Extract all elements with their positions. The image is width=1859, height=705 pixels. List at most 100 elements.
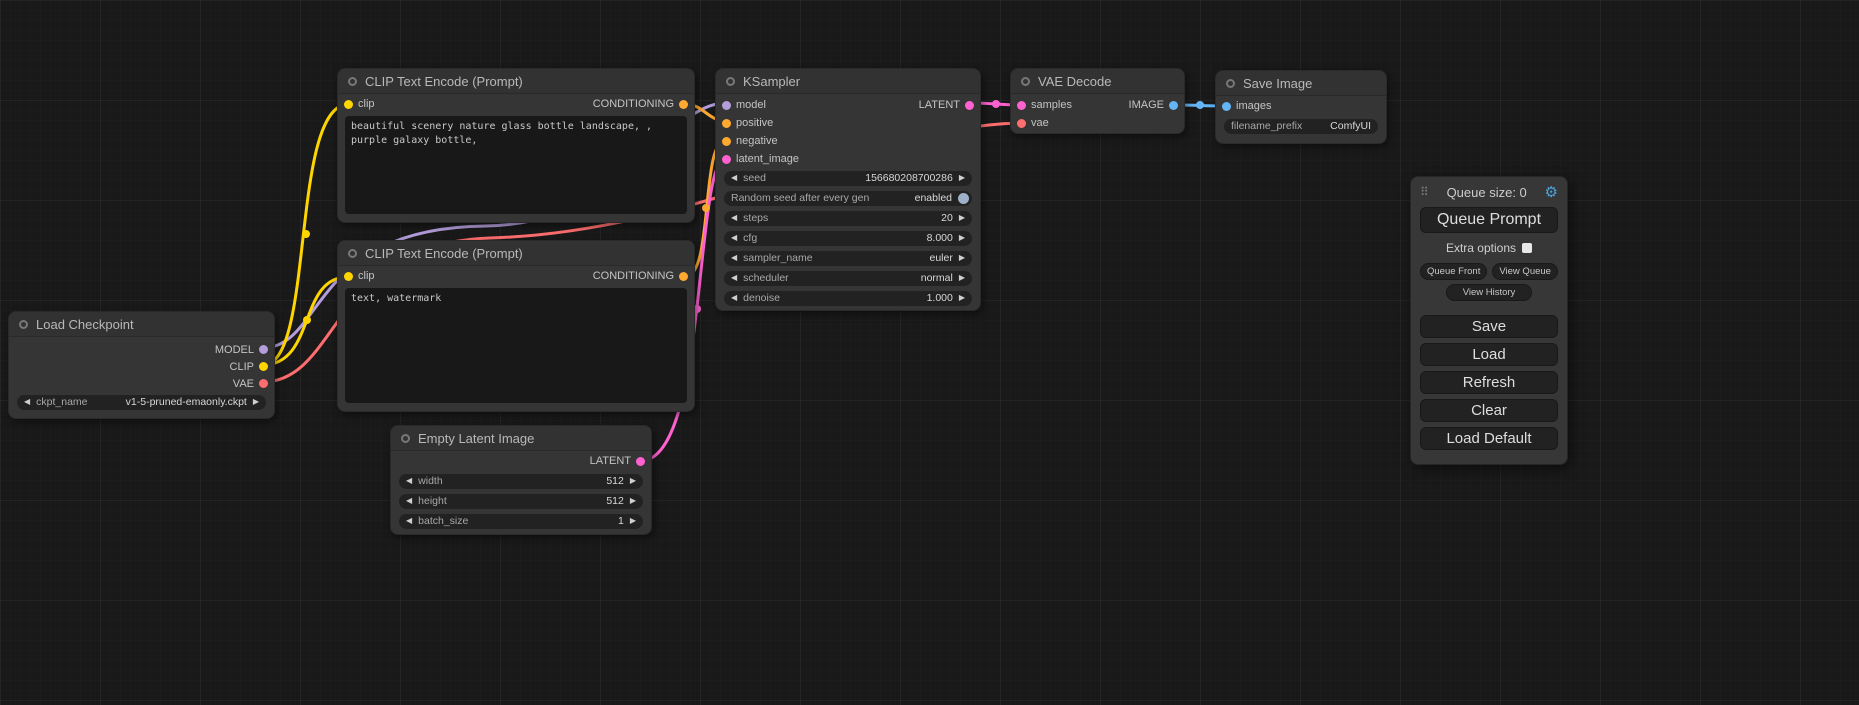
arrow-right-icon[interactable]: ▶ — [630, 497, 636, 505]
widget-sampler-name[interactable]: ◀ sampler_name euler ▶ — [724, 251, 972, 266]
slot-dot-image[interactable] — [1169, 101, 1178, 110]
slot-dot-latent[interactable] — [965, 101, 974, 110]
arrow-left-icon[interactable]: ◀ — [24, 398, 30, 406]
input-slot-images[interactable]: images — [1222, 100, 1271, 112]
arrow-right-icon[interactable]: ▶ — [959, 274, 965, 282]
node-load-checkpoint[interactable]: Load Checkpoint MODEL CLIP VAE — [8, 311, 275, 419]
node-clip-text-encode-positive[interactable]: CLIP Text Encode (Prompt) clip CONDITION… — [337, 68, 695, 223]
queue-prompt-button[interactable]: Queue Prompt — [1420, 207, 1558, 233]
slot-dot-clip[interactable] — [344, 272, 353, 281]
output-slot-clip[interactable]: CLIP — [230, 361, 268, 373]
output-slot-image[interactable]: IMAGE — [1129, 99, 1178, 111]
output-slot-vae[interactable]: VAE — [233, 378, 268, 390]
arrow-right-icon[interactable]: ▶ — [630, 477, 636, 485]
arrow-left-icon[interactable]: ◀ — [731, 294, 737, 302]
slot-dot-latent[interactable] — [1017, 101, 1026, 110]
node-clip-text-encode-negative[interactable]: CLIP Text Encode (Prompt) clip CONDITION… — [337, 240, 695, 412]
view-history-button[interactable]: View History — [1446, 284, 1533, 301]
collapse-dot-icon[interactable] — [726, 77, 735, 86]
arrow-left-icon[interactable]: ◀ — [406, 497, 412, 505]
slot-dot-latent[interactable] — [722, 155, 731, 164]
collapse-dot-icon[interactable] — [1226, 79, 1235, 88]
input-slot-clip[interactable]: clip — [344, 98, 375, 110]
node-header[interactable]: VAE Decode — [1011, 69, 1184, 94]
prompt-text-area[interactable]: beautiful scenery nature glass bottle la… — [345, 116, 687, 214]
input-slot-samples[interactable]: samples — [1017, 99, 1072, 111]
slot-dot-latent[interactable] — [636, 457, 645, 466]
node-graph-canvas[interactable]: Load Checkpoint MODEL CLIP VAE — [0, 0, 1859, 705]
collapse-dot-icon[interactable] — [348, 77, 357, 86]
arrow-left-icon[interactable]: ◀ — [406, 517, 412, 525]
widget-scheduler[interactable]: ◀ scheduler normal ▶ — [724, 271, 972, 286]
widget-batch-size[interactable]: ◀ batch_size 1 ▶ — [399, 514, 643, 529]
collapse-dot-icon[interactable] — [19, 320, 28, 329]
widget-denoise[interactable]: ◀ denoise 1.000 ▶ — [724, 291, 972, 306]
node-ksampler[interactable]: KSampler model LATENT positive negative — [715, 68, 981, 311]
output-slot-latent[interactable]: LATENT — [919, 99, 974, 111]
slot-dot-conditioning[interactable] — [679, 100, 688, 109]
input-slot-clip[interactable]: clip — [344, 270, 375, 282]
extra-options-checkbox[interactable] — [1522, 243, 1532, 253]
load-default-button[interactable]: Load Default — [1420, 427, 1558, 450]
drag-handle-icon[interactable]: ⠿ — [1420, 185, 1429, 199]
node-header[interactable]: Save Image — [1216, 71, 1386, 96]
toggle-knob-icon[interactable] — [958, 193, 969, 204]
widget-filename-prefix[interactable]: filename_prefix ComfyUI — [1224, 119, 1378, 134]
slot-dot-model[interactable] — [259, 345, 268, 354]
queue-front-button[interactable]: Queue Front — [1420, 263, 1487, 280]
slot-dot-clip[interactable] — [344, 100, 353, 109]
view-queue-button[interactable]: View Queue — [1492, 263, 1558, 280]
widget-steps[interactable]: ◀ steps 20 ▶ — [724, 211, 972, 226]
output-slot-conditioning[interactable]: CONDITIONING — [593, 270, 688, 282]
slot-dot-conditioning[interactable] — [722, 137, 731, 146]
arrow-left-icon[interactable]: ◀ — [731, 214, 737, 222]
clear-button[interactable]: Clear — [1420, 399, 1558, 422]
output-slot-conditioning[interactable]: CONDITIONING — [593, 98, 688, 110]
node-save-image[interactable]: Save Image images filename_prefix ComfyU… — [1215, 70, 1387, 144]
widget-ckpt-name[interactable]: ◀ ckpt_name v1-5-pruned-emaonly.ckpt ▶ — [17, 395, 266, 410]
widget-seed[interactable]: ◀ seed 156680208700286 ▶ — [724, 171, 972, 186]
node-header[interactable]: KSampler — [716, 69, 980, 94]
node-header[interactable]: Empty Latent Image — [391, 426, 651, 451]
arrow-left-icon[interactable]: ◀ — [731, 274, 737, 282]
slot-dot-image[interactable] — [1222, 102, 1231, 111]
widget-width[interactable]: ◀ width 512 ▶ — [399, 474, 643, 489]
collapse-dot-icon[interactable] — [1021, 77, 1030, 86]
collapse-dot-icon[interactable] — [401, 434, 410, 443]
arrow-right-icon[interactable]: ▶ — [630, 517, 636, 525]
input-slot-vae[interactable]: vae — [1017, 117, 1049, 129]
slot-dot-vae[interactable] — [259, 379, 268, 388]
collapse-dot-icon[interactable] — [348, 249, 357, 258]
arrow-left-icon[interactable]: ◀ — [406, 477, 412, 485]
output-slot-latent[interactable]: LATENT — [590, 455, 645, 467]
widget-cfg[interactable]: ◀ cfg 8.000 ▶ — [724, 231, 972, 246]
arrow-right-icon[interactable]: ▶ — [959, 174, 965, 182]
prompt-text-area[interactable]: text, watermark — [345, 288, 687, 403]
node-vae-decode[interactable]: VAE Decode samples IMAGE vae — [1010, 68, 1185, 134]
arrow-left-icon[interactable]: ◀ — [731, 234, 737, 242]
arrow-left-icon[interactable]: ◀ — [731, 254, 737, 262]
arrow-right-icon[interactable]: ▶ — [959, 254, 965, 262]
arrow-right-icon[interactable]: ▶ — [959, 294, 965, 302]
node-empty-latent-image[interactable]: Empty Latent Image LATENT ◀ width 512 ▶ … — [390, 425, 652, 535]
save-button[interactable]: Save — [1420, 315, 1558, 338]
node-header[interactable]: CLIP Text Encode (Prompt) — [338, 241, 694, 266]
arrow-right-icon[interactable]: ▶ — [959, 214, 965, 222]
load-button[interactable]: Load — [1420, 343, 1558, 366]
refresh-button[interactable]: Refresh — [1420, 371, 1558, 394]
arrow-right-icon[interactable]: ▶ — [959, 234, 965, 242]
node-header[interactable]: CLIP Text Encode (Prompt) — [338, 69, 694, 94]
arrow-left-icon[interactable]: ◀ — [731, 174, 737, 182]
widget-height[interactable]: ◀ height 512 ▶ — [399, 494, 643, 509]
input-slot-negative[interactable]: negative — [722, 135, 778, 147]
slot-dot-conditioning[interactable] — [679, 272, 688, 281]
gear-icon[interactable]: ⚙ — [1545, 183, 1558, 201]
widget-random-seed-toggle[interactable]: Random seed after every gen enabled — [724, 191, 972, 206]
arrow-right-icon[interactable]: ▶ — [253, 398, 259, 406]
input-slot-model[interactable]: model — [722, 99, 766, 111]
input-slot-latent-image[interactable]: latent_image — [722, 153, 799, 165]
slot-dot-vae[interactable] — [1017, 119, 1026, 128]
slot-dot-conditioning[interactable] — [722, 119, 731, 128]
input-slot-positive[interactable]: positive — [722, 117, 773, 129]
slot-dot-clip[interactable] — [259, 362, 268, 371]
